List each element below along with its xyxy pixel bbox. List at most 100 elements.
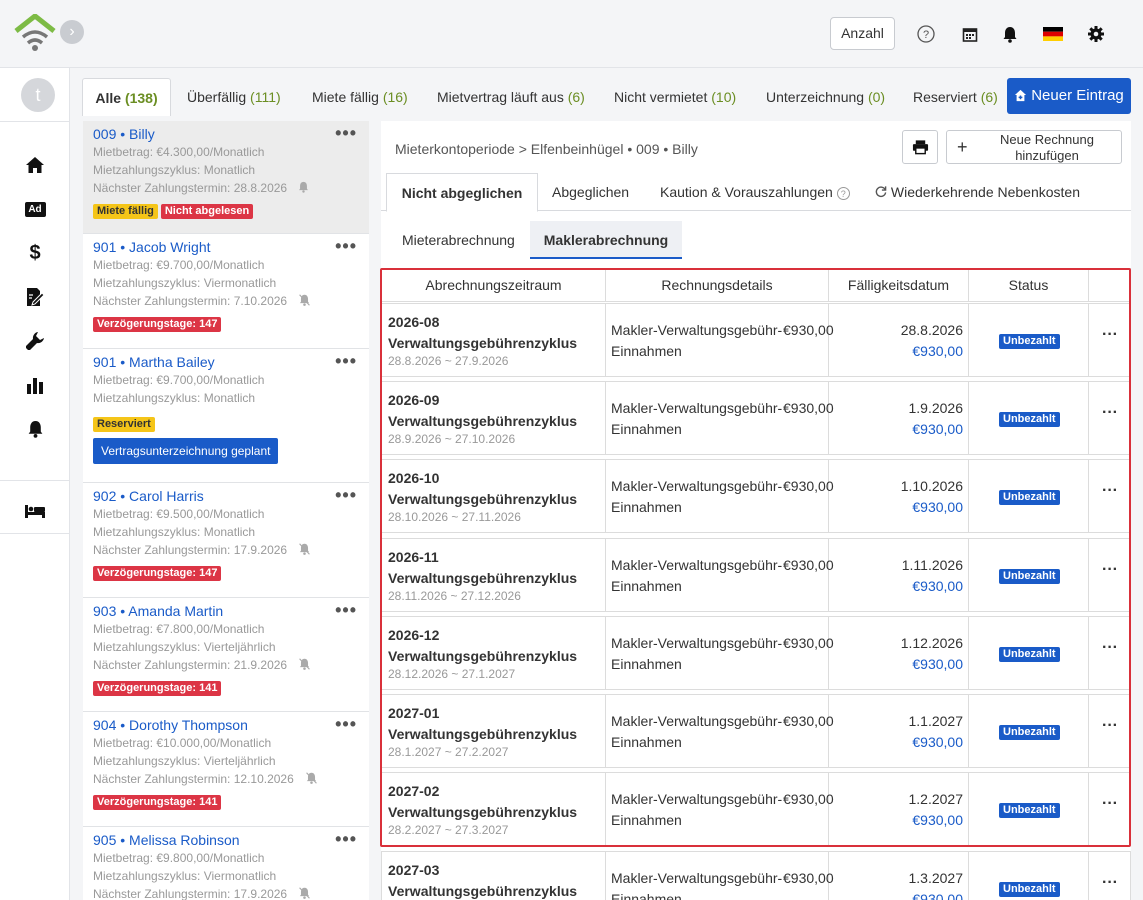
tenant-card[interactable]: 904 • Dorothy Thompson ••• Mietbetrag: €… xyxy=(83,712,369,827)
tenant-card[interactable]: 902 • Carol Harris ••• Mietbetrag: €9.50… xyxy=(83,483,369,598)
more-options-icon[interactable]: ··· xyxy=(1102,561,1118,579)
help-icon[interactable]: ? xyxy=(916,24,936,44)
status-cell: Unbezahlt xyxy=(969,460,1089,532)
gear-icon[interactable] xyxy=(1086,24,1106,44)
period-cell: 2026-12 Verwaltungsgebührenzyklus 28.12.2… xyxy=(382,617,606,689)
due-cell: 1.1.2027 €930,00 xyxy=(829,695,969,767)
tab-wiederkehrende-nebenkosten[interactable]: Wiederkehrende Nebenkosten xyxy=(874,173,1080,211)
tab-ueberfaellig[interactable]: Überfällig (111) xyxy=(187,78,281,116)
main-panel: Mieterkontoperiode > Elfenbeinhügel • 00… xyxy=(381,121,1131,900)
more-options-icon[interactable]: ••• xyxy=(335,123,357,144)
tenant-badges: Verzögerungstage: 141 xyxy=(93,792,359,810)
more-options-icon[interactable]: ··· xyxy=(1102,795,1118,813)
new-invoice-button[interactable]: + Neue Rechnung hinzufügen xyxy=(946,130,1122,164)
help-icon[interactable]: ? xyxy=(836,186,850,200)
tenant-card[interactable]: 903 • Amanda Martin ••• Mietbetrag: €7.8… xyxy=(83,598,369,712)
period-title: 2027-02 Verwaltungsgebührenzyklus xyxy=(388,783,578,820)
tenant-rent: Mietbetrag: €9.800,00/Monatlich xyxy=(93,851,265,865)
dollar-icon[interactable]: $ xyxy=(23,242,47,264)
tab-mieterabrechnung[interactable]: Mieterabrechnung xyxy=(402,221,515,259)
table-row[interactable]: 2027-02 Verwaltungsgebührenzyklus 28.2.20… xyxy=(381,772,1131,846)
bell-icon[interactable] xyxy=(1000,24,1020,44)
notifications-icon[interactable] xyxy=(23,418,47,440)
anzahl-button[interactable]: Anzahl xyxy=(830,17,895,50)
ad-icon[interactable]: Ad xyxy=(23,198,47,220)
chart-icon[interactable] xyxy=(23,374,47,396)
more-options-icon[interactable]: ··· xyxy=(1102,874,1118,892)
new-entry-button[interactable]: Neuer Eintrag xyxy=(1007,78,1131,114)
status-badge: Unbezahlt xyxy=(999,803,1060,818)
tab-maklerabrechnung[interactable]: Maklerabrechnung xyxy=(530,221,682,259)
expand-sidebar-button[interactable]: › xyxy=(60,20,84,44)
status-badge: Unbezahlt xyxy=(999,412,1060,427)
status-badge: Unbezahlt xyxy=(999,334,1060,349)
tab-label: Alle xyxy=(95,90,122,106)
tab-reserviert[interactable]: Reserviert (6) xyxy=(913,78,998,116)
due-date: 28.8.2026 xyxy=(900,322,963,338)
more-options-icon[interactable]: ••• xyxy=(335,600,357,621)
bell-off-icon xyxy=(305,771,318,789)
table-row[interactable]: 2026-08 Verwaltungsgebührenzyklus 28.8.20… xyxy=(381,303,1131,377)
table-row[interactable]: 2026-12 Verwaltungsgebührenzyklus 28.12.2… xyxy=(381,616,1131,690)
german-flag-icon[interactable] xyxy=(1043,24,1063,44)
details-cell: Makler-Verwaltungsgebühr-Einnahmen €930,0… xyxy=(606,695,834,767)
more-options-icon[interactable]: ••• xyxy=(335,829,357,850)
contract-icon[interactable] xyxy=(23,286,47,308)
tenant-card[interactable]: 905 • Melissa Robinson ••• Mietbetrag: €… xyxy=(83,827,369,900)
table-row[interactable]: 2027-03 Verwaltungsgebührenzyklus Makler-… xyxy=(381,851,1131,900)
tab-alle[interactable]: Alle (138) xyxy=(82,78,171,116)
status-cell: Unbezahlt xyxy=(969,773,1089,845)
print-button[interactable] xyxy=(902,130,938,164)
tenant-name[interactable]: 009 • Billy xyxy=(93,127,359,143)
tenant-card[interactable]: 009 • Billy ••• Mietbetrag: €4.300,00/Mo… xyxy=(83,121,369,234)
status-cell: Unbezahlt xyxy=(969,304,1089,376)
bell-off-icon xyxy=(298,542,311,560)
more-options-icon[interactable]: ··· xyxy=(1102,717,1118,735)
tab-mietvertrag-laeuft-aus[interactable]: Mietvertrag läuft aus (6) xyxy=(437,78,585,116)
tab-unterzeichnung[interactable]: Unterzeichnung (0) xyxy=(766,78,885,116)
tenant-next-text: Nächster Zahlungstermin: 21.9.2026 xyxy=(93,658,288,672)
tab-nicht-abgeglichen[interactable]: Nicht abgeglichen xyxy=(386,173,538,212)
tenant-rent: Mietbetrag: €10.000,00/Monatlich xyxy=(93,736,272,750)
more-options-icon[interactable]: ··· xyxy=(1102,482,1118,500)
tab-abgeglichen[interactable]: Abgeglichen xyxy=(552,173,629,211)
logo-icon[interactable] xyxy=(14,13,56,52)
table-row[interactable]: 2027-01 Verwaltungsgebührenzyklus 28.1.20… xyxy=(381,694,1131,768)
svg-text:?: ? xyxy=(923,29,929,41)
tenant-name[interactable]: 904 • Dorothy Thompson xyxy=(93,718,359,734)
actions-cell: ··· xyxy=(1089,382,1130,454)
more-options-icon[interactable]: ··· xyxy=(1102,326,1118,344)
tenant-name[interactable]: 902 • Carol Harris xyxy=(93,489,359,505)
tenant-name[interactable]: 901 • Jacob Wright xyxy=(93,240,359,256)
tenant-name[interactable]: 903 • Amanda Martin xyxy=(93,604,359,620)
tenant-card[interactable]: 901 • Jacob Wright ••• Mietbetrag: €9.70… xyxy=(83,234,369,349)
table-row[interactable]: 2026-10 Verwaltungsgebührenzyklus 28.10.2… xyxy=(381,459,1131,533)
tab-kaution-vorauszahlungen[interactable]: Kaution & Vorauszahlungen ? xyxy=(660,173,850,211)
top-bar: › Anzahl ? xyxy=(0,0,1143,68)
home-icon[interactable] xyxy=(23,154,47,176)
tenant-name[interactable]: 901 • Martha Bailey xyxy=(93,355,359,371)
calendar-icon[interactable] xyxy=(960,24,980,44)
more-options-icon[interactable]: ··· xyxy=(1102,404,1118,422)
wrench-icon[interactable] xyxy=(23,330,47,352)
table-row[interactable]: 2026-09 Verwaltungsgebührenzyklus 28.9.20… xyxy=(381,381,1131,455)
table-row[interactable]: 2026-11 Verwaltungsgebührenzyklus 28.11.2… xyxy=(381,538,1131,612)
bell-off-icon xyxy=(298,293,311,311)
bed-icon[interactable] xyxy=(23,500,47,522)
more-options-icon[interactable]: ••• xyxy=(335,485,357,506)
tenant-name[interactable]: 905 • Melissa Robinson xyxy=(93,833,359,849)
tenant-badges: Reserviert xyxy=(93,414,359,432)
avatar[interactable]: t xyxy=(21,78,55,112)
status-badge: Reserviert xyxy=(93,417,155,432)
tenant-badges: Miete fällig Nicht abgelesen xyxy=(93,201,359,219)
more-options-icon[interactable]: ••• xyxy=(335,351,357,372)
more-options-icon[interactable]: ··· xyxy=(1102,639,1118,657)
more-options-icon[interactable]: ••• xyxy=(335,236,357,257)
tab-miete-faellig[interactable]: Miete fällig (16) xyxy=(312,78,408,116)
period-range: 28.2.2027 ~ 27.3.2027 xyxy=(388,823,509,837)
more-options-icon[interactable]: ••• xyxy=(335,714,357,735)
contract-signing-button[interactable]: Vertragsunterzeichnung geplant xyxy=(93,438,279,464)
tab-nicht-vermietet[interactable]: Nicht vermietet (10) xyxy=(614,78,736,116)
tenant-card[interactable]: 901 • Martha Bailey ••• Mietbetrag: €9.7… xyxy=(83,349,369,483)
invoice-description: Makler-Verwaltungsgebühr-Einnahmen xyxy=(611,557,783,594)
